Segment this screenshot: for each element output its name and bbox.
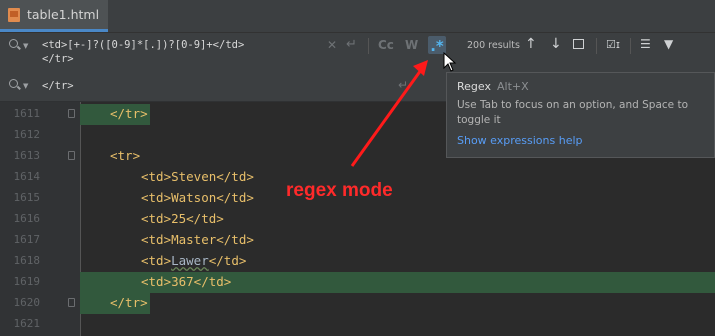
line-number: 1614 bbox=[13, 170, 41, 183]
toolbar-divider bbox=[596, 38, 597, 54]
code-text: <td>Steven</td> bbox=[141, 169, 254, 184]
line-number: 1619 bbox=[13, 275, 41, 288]
code-line: 1618 <td>Lawer</td> bbox=[0, 251, 715, 272]
code-text: <tr> bbox=[110, 148, 141, 163]
new-line-icon[interactable]: ↵ bbox=[346, 37, 357, 52]
tooltip-shortcut: Alt+X bbox=[496, 80, 529, 93]
regex-tooltip: Regex Alt+X Use Tab to focus on an option… bbox=[446, 72, 715, 158]
code-text: <td>Master</td> bbox=[141, 232, 254, 247]
find-bar: ▼ <td>[+-]?([0-9]*[.])?[0-9]+</td> </tr>… bbox=[0, 33, 715, 72]
clear-search-icon[interactable]: ✕ bbox=[327, 38, 337, 52]
show-options-icon[interactable]: ☰ bbox=[640, 37, 651, 51]
fold-icon[interactable] bbox=[68, 109, 75, 118]
code-text: <td>Lawer</td> bbox=[141, 253, 246, 269]
next-occurrence-icon[interactable]: ↓ bbox=[550, 36, 562, 52]
line-number: 1616 bbox=[13, 212, 41, 225]
code-text: </tr> bbox=[110, 106, 148, 121]
replace-search-icon[interactable]: ▼ bbox=[9, 79, 29, 93]
toolbar-divider bbox=[630, 38, 631, 54]
editor-tab-bar: table1.html bbox=[0, 0, 715, 33]
code-line: 1619 <td>367</td> bbox=[0, 272, 715, 293]
tag-open: <td> bbox=[141, 253, 172, 268]
tooltip-title: Regex Alt+X bbox=[457, 80, 529, 93]
mouse-cursor-icon bbox=[443, 52, 457, 72]
tag-close: </td> bbox=[208, 253, 247, 268]
tooltip-description: Use Tab to focus on an option, and Space… bbox=[457, 99, 688, 126]
filter-icon[interactable]: ▼ bbox=[664, 37, 673, 51]
search-query-line-2: </tr> bbox=[42, 53, 74, 65]
line-number: 1618 bbox=[13, 254, 41, 267]
code-line: 1620 </tr> bbox=[0, 293, 715, 314]
fold-icon[interactable] bbox=[68, 151, 75, 160]
select-all-occurrences-icon[interactable] bbox=[573, 39, 584, 49]
line-number: 1615 bbox=[13, 191, 41, 204]
typo-word: Lawer bbox=[171, 253, 209, 268]
search-query-line-1: <td>[+-]?([0-9]*[.])?[0-9]+</td> bbox=[42, 39, 245, 51]
search-input[interactable]: <td>[+-]?([0-9]*[.])?[0-9]+</td> </tr> bbox=[42, 38, 244, 66]
code-line: 1616 <td>25</td> bbox=[0, 209, 715, 230]
line-number: 1621 bbox=[13, 317, 41, 330]
words-button[interactable]: W bbox=[405, 38, 418, 52]
code-text: <td>25</td> bbox=[141, 211, 224, 226]
code-text: <td>367</td> bbox=[141, 274, 232, 289]
in-selection-icon[interactable]: ☑ɪ bbox=[606, 38, 620, 51]
fold-icon[interactable] bbox=[68, 298, 75, 307]
code-line: 1617 <td>Master</td> bbox=[0, 230, 715, 251]
previous-occurrence-icon[interactable]: ↑ bbox=[525, 36, 537, 52]
replace-input[interactable]: </tr> bbox=[42, 79, 74, 93]
search-icon[interactable]: ▼ bbox=[9, 39, 29, 53]
annotation-label: regex mode bbox=[286, 180, 393, 201]
line-number: 1612 bbox=[13, 128, 41, 141]
line-number: 1617 bbox=[13, 233, 41, 246]
match-case-button[interactable]: Cc bbox=[378, 38, 394, 52]
tab-table1-html[interactable]: table1.html bbox=[0, 0, 108, 32]
results-count: 200 results bbox=[467, 40, 520, 51]
tab-label: table1.html bbox=[27, 7, 100, 22]
line-number: 1620 bbox=[13, 296, 41, 309]
code-line: 1621 bbox=[0, 314, 715, 335]
code-text: </tr> bbox=[110, 295, 148, 310]
line-number: 1611 bbox=[13, 107, 41, 120]
html-file-icon bbox=[8, 7, 20, 22]
tooltip-title-text: Regex bbox=[457, 80, 491, 93]
code-text: <td>Watson</td> bbox=[141, 190, 254, 205]
line-number: 1613 bbox=[13, 149, 41, 162]
show-expressions-help-link[interactable]: Show expressions help bbox=[457, 134, 583, 147]
new-line-icon[interactable]: ↵ bbox=[398, 78, 408, 92]
toolbar-divider bbox=[368, 38, 369, 54]
